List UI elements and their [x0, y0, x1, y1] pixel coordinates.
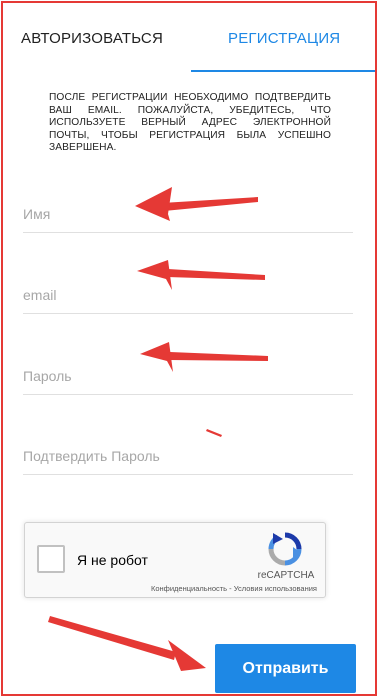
- password-input[interactable]: [23, 364, 353, 388]
- recaptcha-privacy-link[interactable]: Конфиденциальность: [151, 584, 227, 593]
- recaptcha-checkbox[interactable]: [37, 545, 65, 573]
- recaptcha-brand: reCAPTCHA: [257, 570, 315, 581]
- active-tab-indicator: [191, 70, 375, 72]
- recaptcha-terms-link[interactable]: Условия использования: [234, 584, 317, 593]
- tab-register[interactable]: РЕГИСТРАЦИЯ: [228, 30, 340, 47]
- password-field: [23, 355, 353, 395]
- recaptcha-links: Конфиденциальность - Условия использован…: [151, 584, 317, 593]
- email-input[interactable]: [23, 283, 353, 307]
- recaptcha-label: Я не робот: [77, 552, 148, 568]
- submit-button[interactable]: Отправить: [215, 644, 356, 693]
- email-confirmation-notice: После регистрации необходимо подтвердить…: [49, 92, 331, 153]
- confirm-password-input[interactable]: [23, 444, 353, 468]
- recaptcha-links-separator: -: [227, 584, 234, 593]
- registration-panel: АВТОРИЗОВАТЬСЯ РЕГИСТРАЦИЯ После регистр…: [1, 1, 377, 696]
- email-field: [23, 274, 353, 314]
- tab-login[interactable]: АВТОРИЗОВАТЬСЯ: [21, 30, 163, 47]
- confirm-password-field: [23, 435, 353, 475]
- auth-tabs: АВТОРИЗОВАТЬСЯ РЕГИСТРАЦИЯ: [3, 3, 375, 73]
- name-input[interactable]: [23, 202, 353, 226]
- recaptcha-widget: Я не робот reCAPTCHA Конфиденциальность …: [24, 522, 326, 598]
- name-field: [23, 193, 353, 233]
- recaptcha-logo-icon: [268, 532, 302, 566]
